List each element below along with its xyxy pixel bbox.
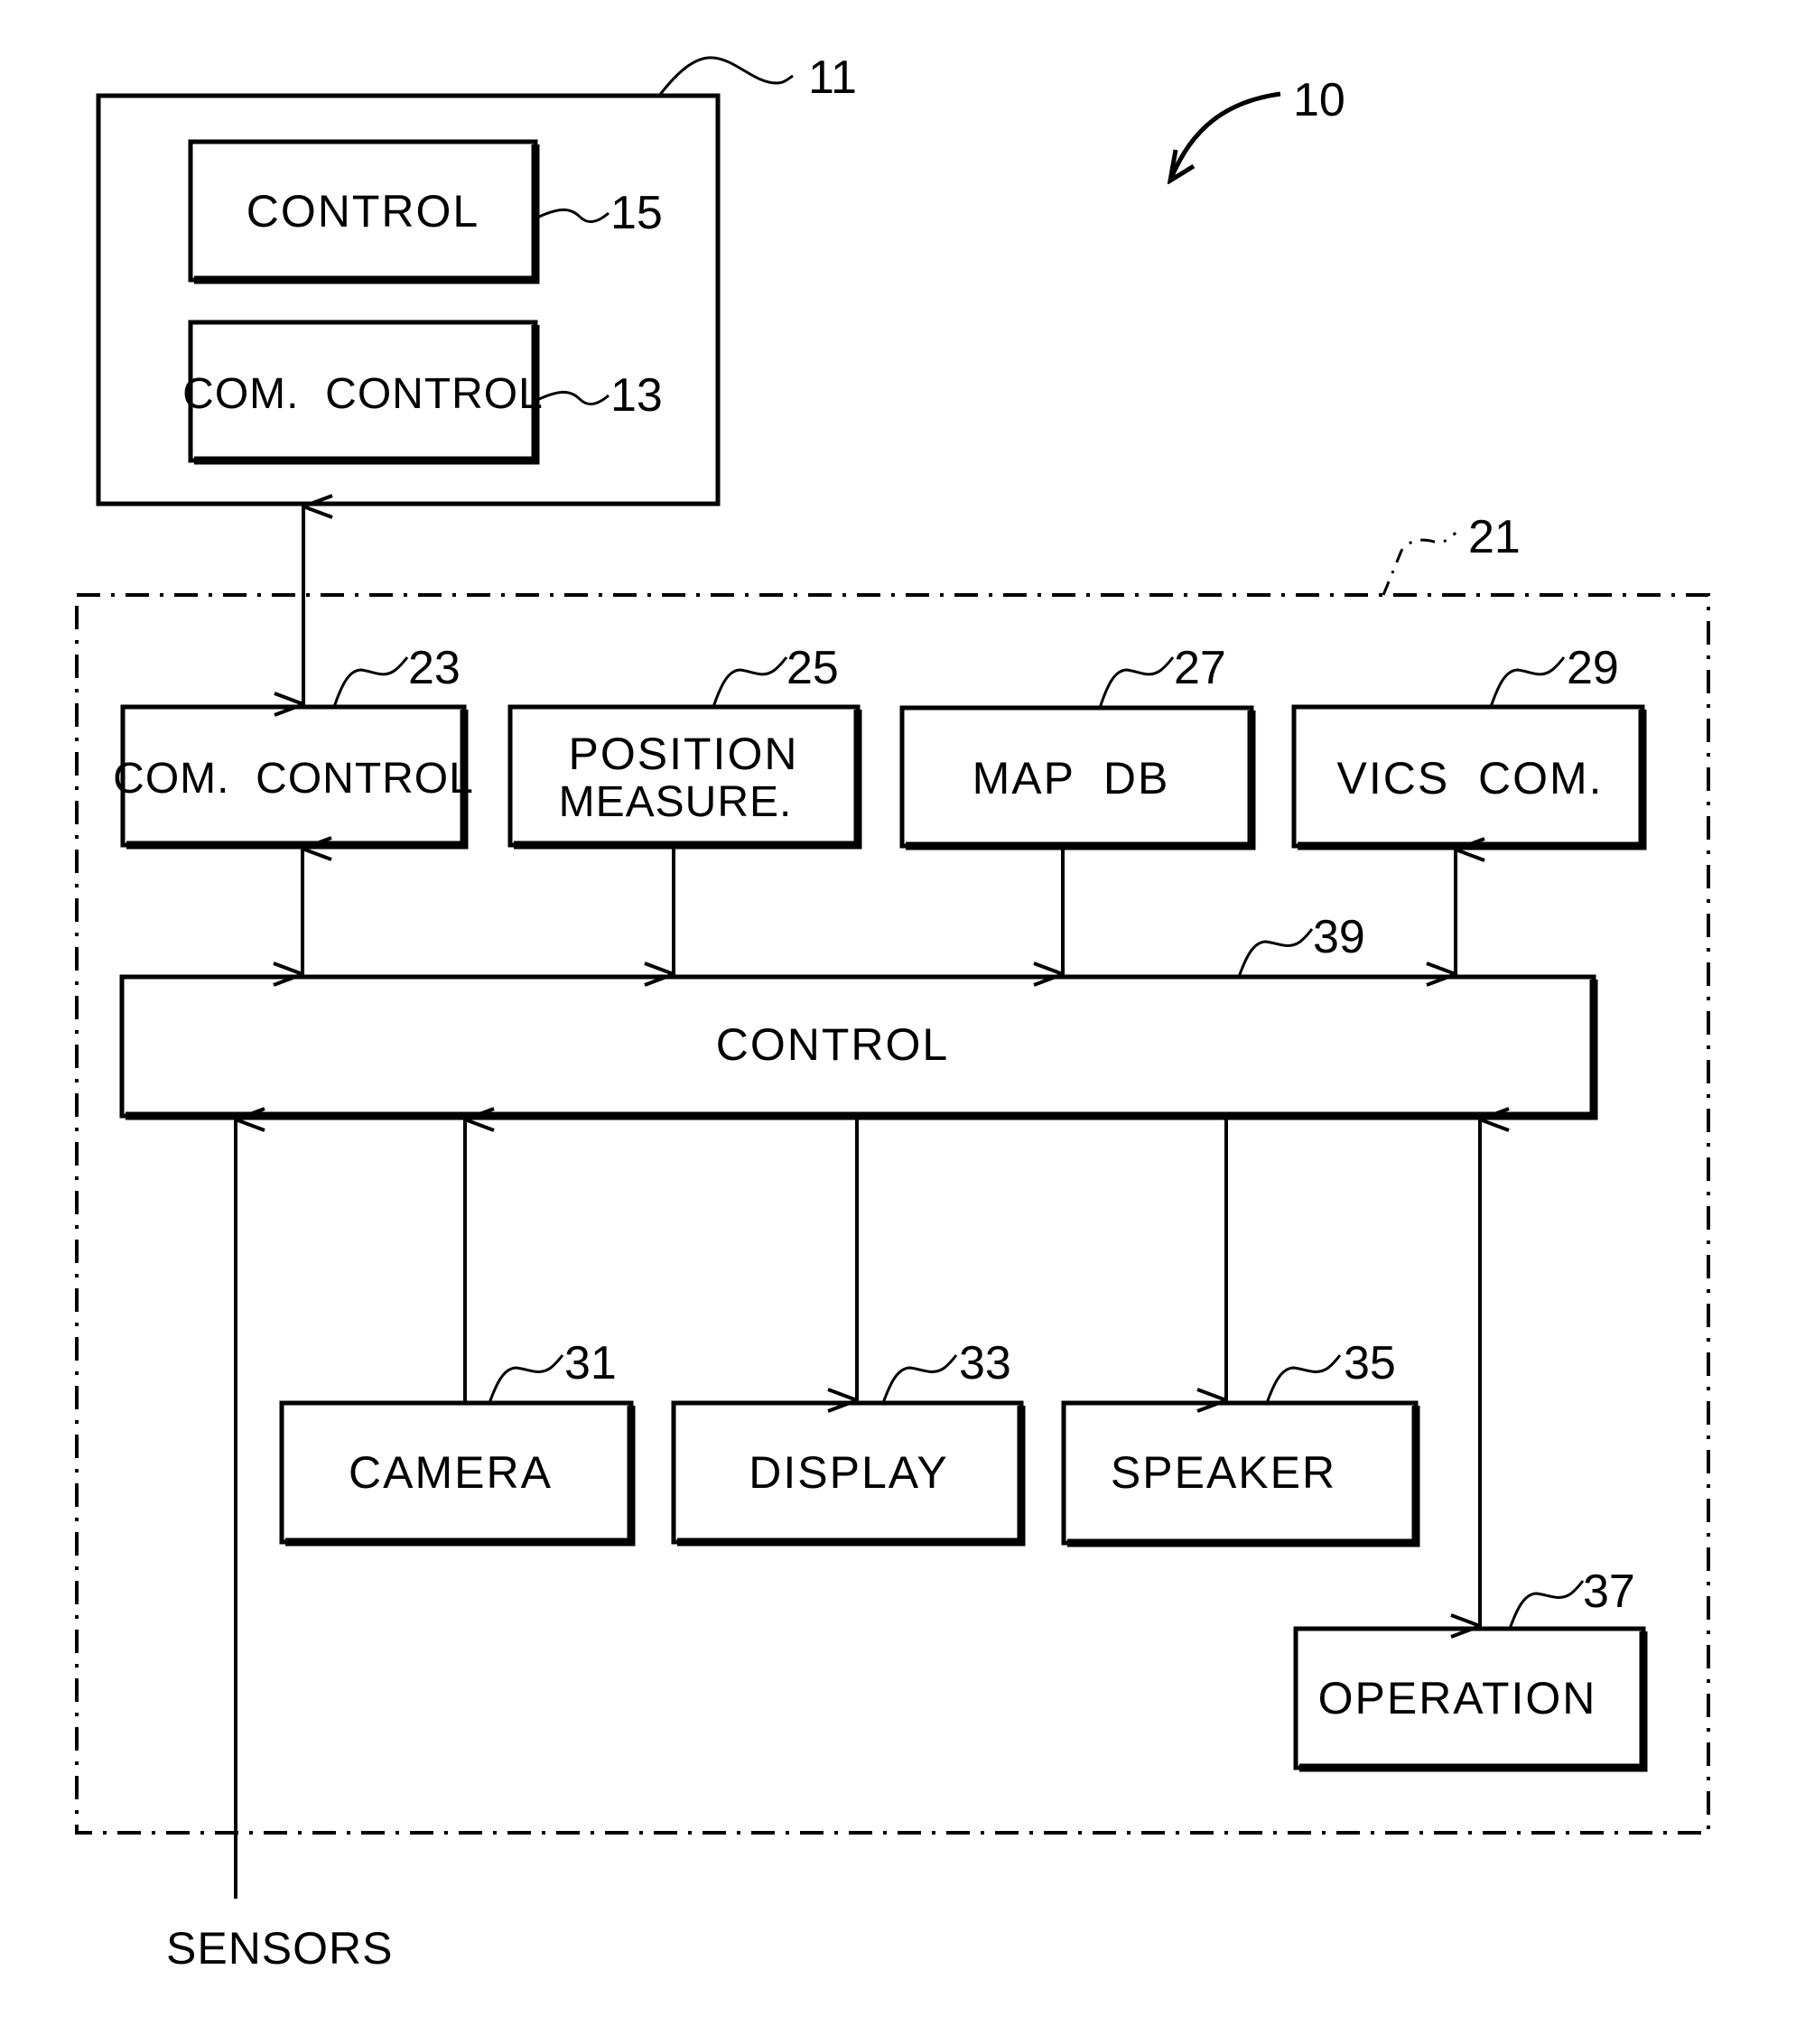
center-control-block: CONTROL 15 (188, 139, 663, 284)
ref-leader-27 (1098, 656, 1175, 709)
ref-label-39: 39 (1313, 911, 1365, 963)
center-com-control-block: COM. CONTROL 13 (182, 320, 663, 465)
block-label: CONTROL (247, 186, 479, 237)
block-label: CONTROL (716, 1019, 949, 1070)
ref-leader-31 (488, 1354, 564, 1404)
ref-leader-37 (1508, 1580, 1585, 1630)
block-label: OPERATION (1318, 1673, 1597, 1723)
ref-leader-35 (1265, 1354, 1342, 1404)
ref-leader-11 (657, 56, 794, 97)
block-label: CAMERA (349, 1447, 553, 1498)
ref-leader-21 (1382, 531, 1457, 596)
ref-leader-13 (538, 391, 610, 405)
ref-label-27: 27 (1174, 642, 1226, 694)
block-diagram: 10 11 CONTROL 15 COM. CONTROL 13 21 COM.… (75, 51, 1710, 1974)
ref-label-35: 35 (1344, 1337, 1396, 1389)
ref-label-10: 10 (1293, 74, 1345, 126)
block-label: MAP DB (972, 753, 1170, 804)
block-label-line-1: POSITION (569, 729, 799, 779)
ref-leader-25 (712, 656, 788, 708)
center-unit-11: 11 CONTROL 15 COM. CONTROL 13 (96, 51, 857, 506)
map-db-block-27: MAP DB 27 (899, 642, 1256, 850)
ref-label-29: 29 (1567, 642, 1619, 694)
speaker-block-35: SPEAKER 35 (1061, 1337, 1420, 1547)
com-control-block-23: COM. CONTROL 23 (113, 642, 474, 850)
ref-label-37: 37 (1583, 1566, 1635, 1618)
block-label: COM. CONTROL (113, 755, 474, 803)
ref-leader-23 (332, 656, 409, 708)
ref-label-13: 13 (610, 369, 663, 422)
system-reference: 10 (1170, 74, 1345, 181)
display-block-33: DISPLAY 33 (671, 1337, 1026, 1547)
ref-label-15: 15 (610, 187, 663, 239)
operation-block-37: OPERATION 37 (1293, 1566, 1648, 1772)
position-measure-block-25: POSITION MEASURE. 25 (507, 642, 862, 850)
ref-label-25: 25 (786, 642, 839, 694)
block-label: SPEAKER (1111, 1447, 1336, 1498)
ref-label-31: 31 (564, 1337, 617, 1389)
sensors-label: SENSORS (166, 1923, 394, 1974)
main-control-block-39: CONTROL 39 (119, 911, 1598, 1120)
ref-leader-39 (1237, 928, 1314, 978)
ref-leader-33 (881, 1354, 958, 1404)
vics-com-block-29: VICS COM. 29 (1291, 642, 1647, 850)
ref-label-11: 11 (808, 51, 857, 104)
system-reference-arrow (1170, 91, 1281, 181)
ref-label-23: 23 (408, 642, 461, 694)
ref-leader-15 (538, 209, 610, 223)
ref-leader-29 (1489, 656, 1566, 708)
block-label: VICS COM. (1336, 753, 1603, 804)
camera-block-31: CAMERA 31 (279, 1337, 636, 1547)
ref-label-21: 21 (1468, 511, 1521, 563)
block-label: DISPLAY (749, 1447, 949, 1498)
block-label-line-2: MEASURE. (559, 778, 793, 826)
block-label: COM. CONTROL (182, 370, 544, 418)
ref-label-33: 33 (959, 1337, 1011, 1389)
